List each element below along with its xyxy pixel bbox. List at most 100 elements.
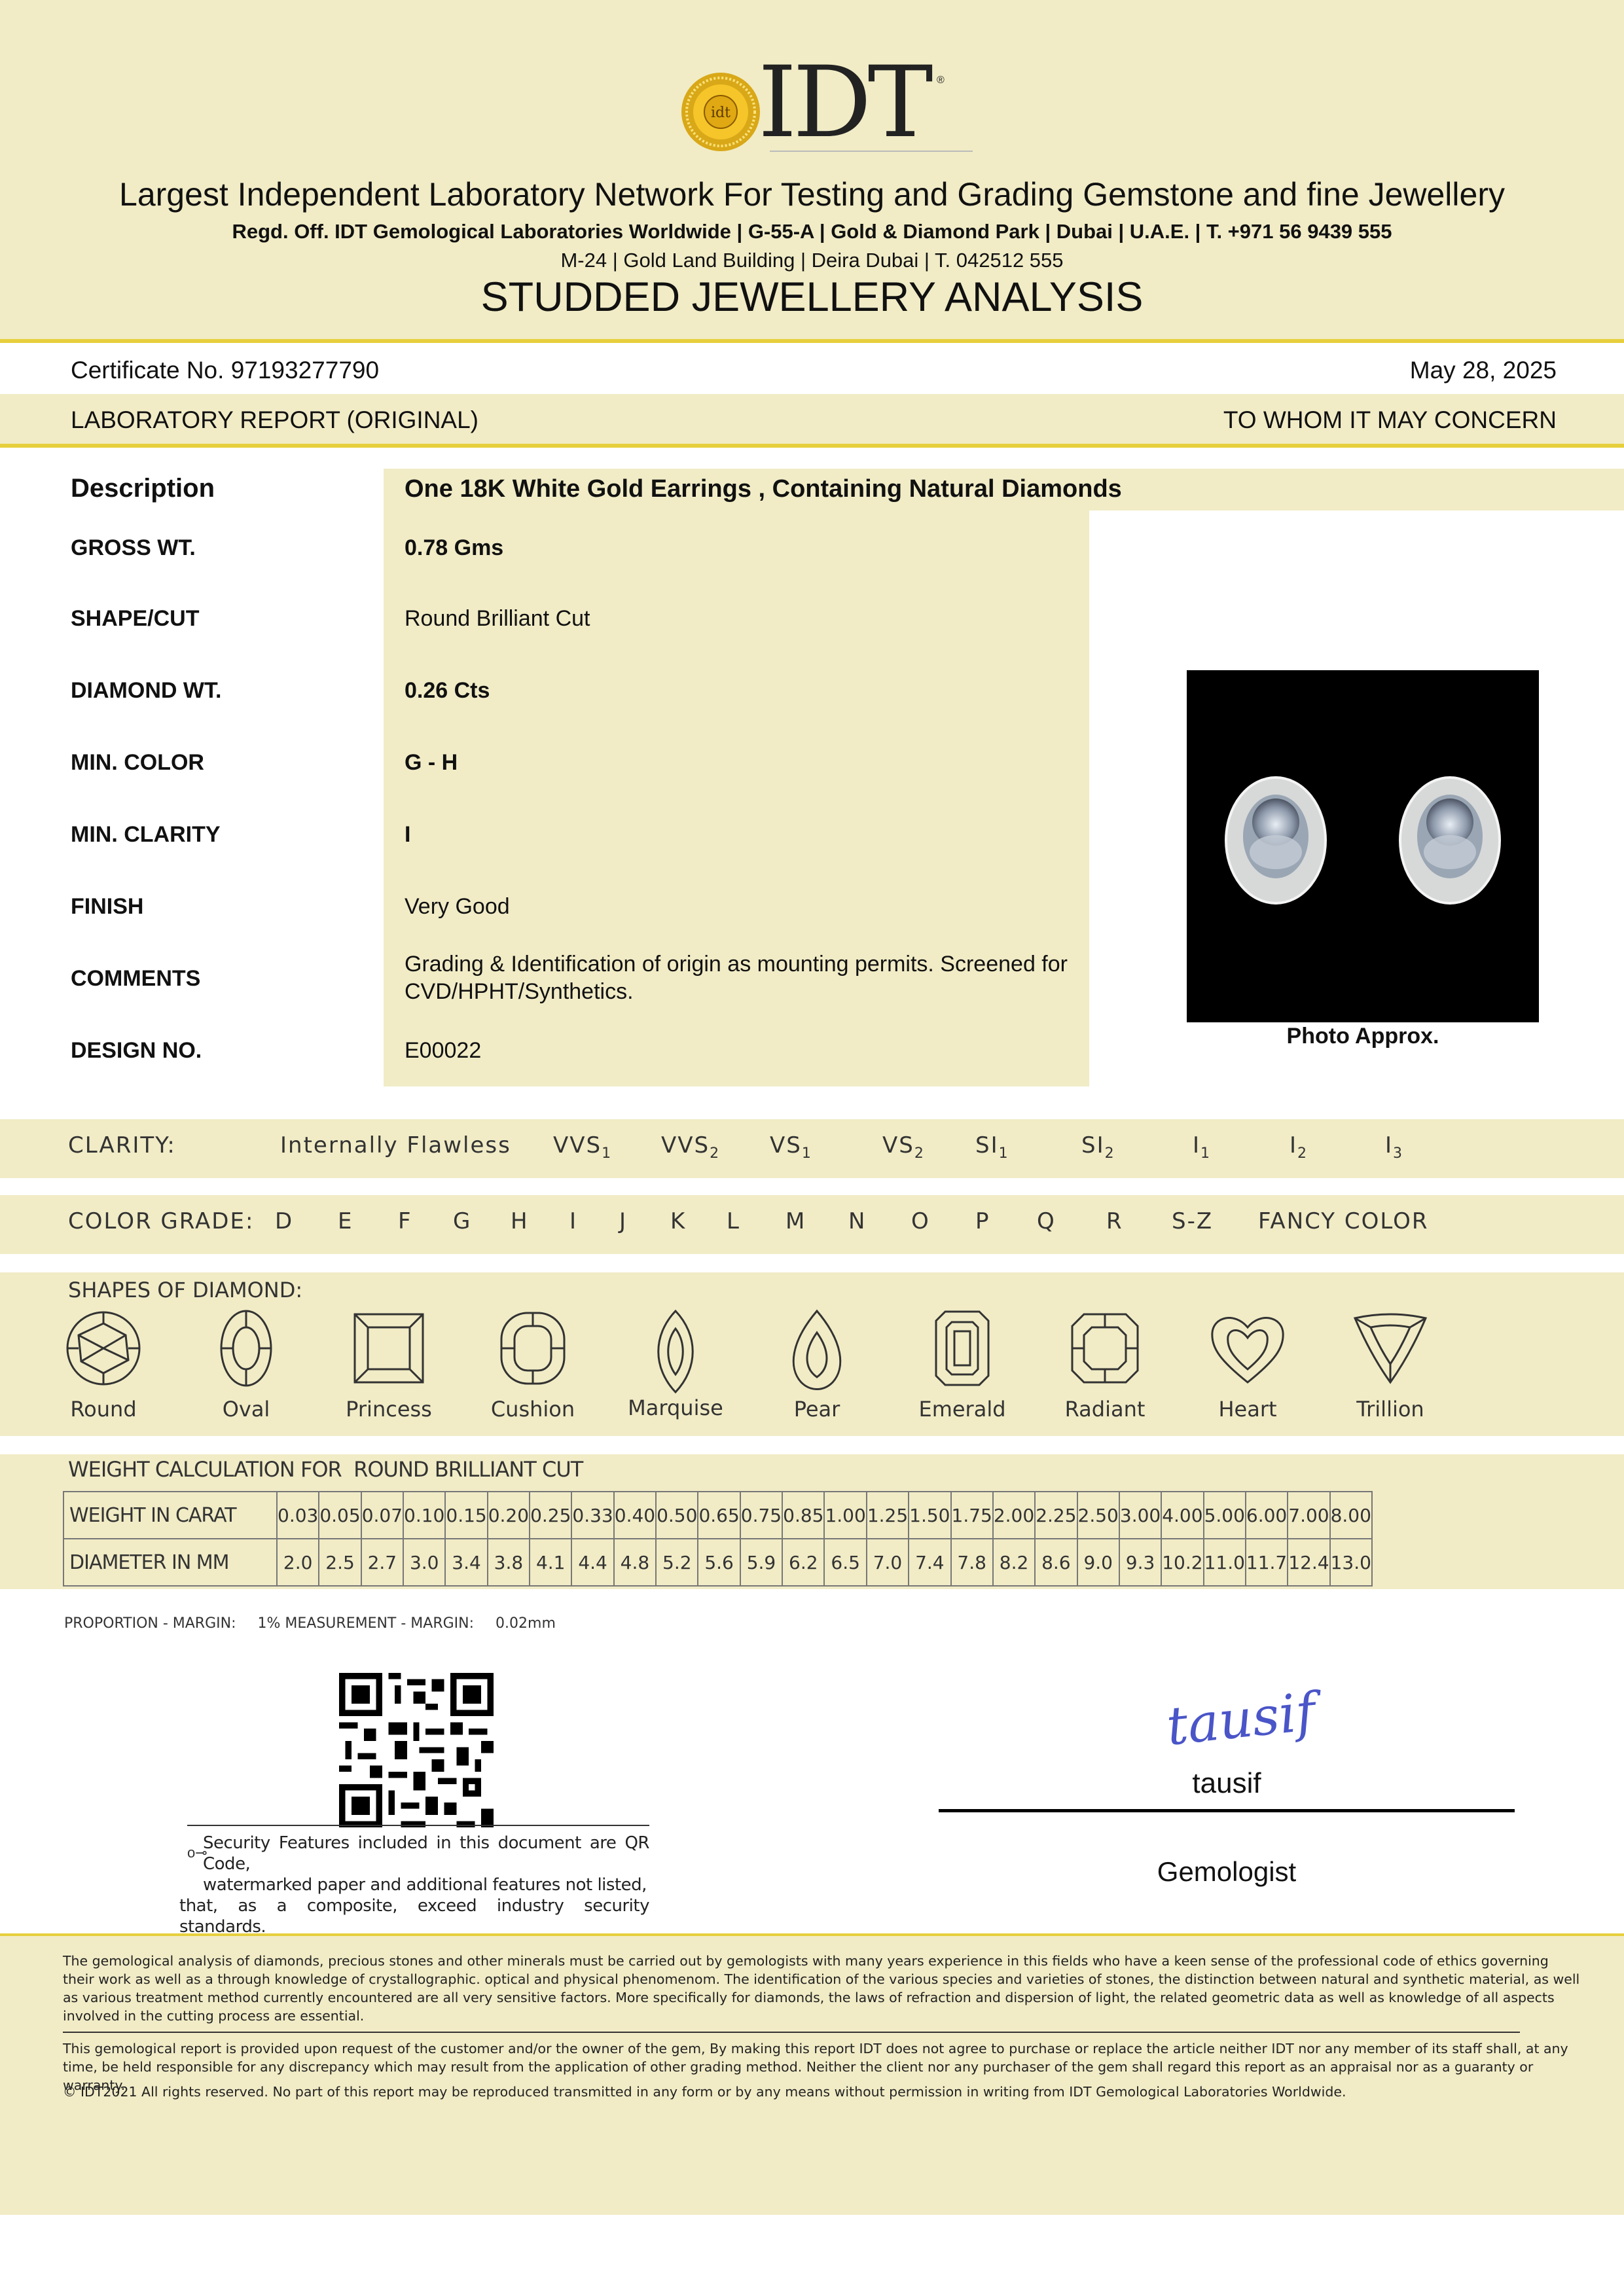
carat-cell: 4.00: [1161, 1491, 1204, 1539]
cushion-diamond-icon: [500, 1312, 566, 1385]
min-color-label: MIN. COLOR: [71, 750, 204, 775]
description-label: Description: [71, 474, 215, 503]
shape-cut-label: SHAPE/CUT: [71, 606, 200, 631]
princess-diamond-icon: [353, 1313, 424, 1384]
description-value: One 18K White Gold Earrings , Containing…: [405, 475, 1122, 503]
carat-cell: 0.50: [655, 1491, 699, 1539]
shape-cushion: Cushion: [480, 1309, 585, 1422]
color-n: N: [848, 1208, 867, 1234]
carat-cell: 1.75: [950, 1491, 994, 1539]
addressee: TO WHOM IT MAY CONCERN: [1223, 406, 1557, 433]
diameter-cell: 8.2: [992, 1538, 1036, 1587]
diameter-label: DIAMETER IN MM: [63, 1538, 278, 1587]
svg-text:idt: idt: [711, 105, 731, 121]
min-clarity-label: MIN. CLARITY: [71, 822, 221, 847]
gold-seal-icon: idt: [681, 73, 760, 151]
color-p: P: [975, 1208, 990, 1234]
carat-cell: 2.25: [1034, 1491, 1078, 1539]
signatory-name: tausif: [1192, 1767, 1261, 1799]
diameter-cell: 9.0: [1076, 1538, 1120, 1587]
clarity-vs2: VS2: [882, 1132, 925, 1162]
legal-paragraph-1: The gemological analysis of diamonds, pr…: [63, 1953, 1580, 2024]
diamond-weight-label: DIAMOND WT.: [71, 678, 222, 703]
diameter-cell: 12.4: [1287, 1538, 1331, 1587]
weight-carat-label: WEIGHT IN CARAT: [63, 1491, 278, 1539]
diameter-cell: 5.6: [697, 1538, 741, 1587]
qr-code: [339, 1673, 494, 1827]
shape-oval-label: Oval: [222, 1397, 270, 1422]
color-i: I: [569, 1208, 578, 1234]
shape-emerald: Emerald: [910, 1309, 1015, 1422]
heart-diamond-icon: [1211, 1317, 1284, 1384]
report-type: LABORATORY REPORT (ORIGINAL): [71, 406, 479, 433]
diameter-cell: 11.7: [1244, 1538, 1289, 1587]
clarity-i3: I3: [1385, 1132, 1404, 1162]
color-label: COLOR GRADE:: [68, 1208, 255, 1234]
logo-underline: [770, 151, 973, 152]
color-l: L: [727, 1208, 740, 1234]
color-o: O: [911, 1208, 930, 1234]
color-s-z: S-Z: [1172, 1208, 1214, 1234]
shape-trillion-label: Trillion: [1356, 1397, 1424, 1422]
qr-underline: [187, 1825, 649, 1826]
diameter-cell: 4.4: [571, 1538, 615, 1587]
diameter-cell: 10.2: [1161, 1538, 1204, 1587]
legal-divider: [63, 2032, 1520, 2033]
signature-line: [939, 1809, 1515, 1812]
color-h: H: [511, 1208, 529, 1234]
clarity-si2: SI2: [1081, 1132, 1115, 1162]
diameter-cell: 8.6: [1034, 1538, 1078, 1587]
shape-cushion-label: Cushion: [490, 1397, 575, 1422]
weight-carat-row: WEIGHT IN CARAT 0.03 0.05 0.07 0.10 0.15…: [63, 1491, 1373, 1539]
margins-line: PROPORTION - MARGIN: 1% MEASUREMENT - MA…: [64, 1615, 556, 1632]
shape-pear-label: Pear: [793, 1397, 840, 1422]
pear-diamond-icon: [792, 1309, 842, 1390]
shape-cut-value: Round Brilliant Cut: [405, 606, 590, 631]
tagline: Largest Independent Laboratory Network F…: [119, 176, 1505, 213]
color-k: K: [670, 1208, 687, 1234]
carat-cell: 0.07: [360, 1491, 405, 1539]
proportion-margin-value: 1%: [257, 1615, 281, 1632]
product-photo: [1187, 670, 1539, 1022]
registered-office: Regd. Off. IDT Gemological Laboratories …: [232, 220, 1392, 243]
carat-cell: 1.25: [865, 1491, 910, 1539]
color-d: D: [275, 1208, 294, 1234]
measurement-margin-value: 0.02mm: [496, 1615, 556, 1632]
comments-label: COMMENTS: [71, 966, 201, 991]
carat-cell: 0.40: [613, 1491, 657, 1539]
carat-cell: 7.00: [1287, 1491, 1331, 1539]
weight-table: WEIGHT IN CARAT 0.03 0.05 0.07 0.10 0.15…: [63, 1491, 1373, 1587]
design-number-value: E00022: [405, 1038, 482, 1063]
shape-oval: Oval: [194, 1309, 298, 1422]
min-color-value: G - H: [405, 750, 458, 775]
clarity-if: Internally Flawless: [280, 1132, 511, 1158]
round-diamond-icon: [66, 1311, 141, 1386]
diameter-cell: 7.4: [908, 1538, 952, 1587]
carat-cell: 6.00: [1244, 1491, 1289, 1539]
color-f: F: [398, 1208, 412, 1234]
finish-label: FINISH: [71, 894, 144, 919]
shape-marquise: Marquise: [623, 1309, 728, 1420]
earrings-image: [1225, 776, 1501, 905]
diameter-cell: 13.0: [1329, 1538, 1373, 1587]
shape-heart-label: Heart: [1218, 1397, 1277, 1422]
left-earring: [1225, 776, 1327, 905]
security-line-1: Security Features included in this docum…: [203, 1833, 650, 1874]
diameter-row: DIAMETER IN MM 2.0 2.5 2.7 3.0 3.4 3.8 4…: [63, 1538, 1373, 1587]
carat-cell: 0.33: [571, 1491, 615, 1539]
carat-cell: 3.00: [1118, 1491, 1163, 1539]
finish-value: Very Good: [405, 894, 510, 919]
certificate-row: Certificate No. 97193277790 May 28, 2025: [71, 353, 1557, 387]
clarity-i2: I2: [1290, 1132, 1308, 1162]
diamond-weight-value: 0.26 Cts: [405, 678, 490, 703]
security-line-3: that, as a composite, exceed industry se…: [179, 1896, 650, 1937]
diameter-cell: 5.2: [655, 1538, 699, 1587]
emerald-diamond-icon: [935, 1310, 990, 1386]
diameter-cell: 2.5: [318, 1538, 362, 1587]
shape-round: Round: [51, 1309, 156, 1422]
diameter-cell: 9.3: [1118, 1538, 1163, 1587]
clarity-label: CLARITY:: [68, 1132, 176, 1158]
shape-trillion: Trillion: [1338, 1309, 1443, 1422]
diameter-cell: 4.8: [613, 1538, 657, 1587]
copyright: © IDT2021 All rights reserved. No part o…: [63, 2084, 1346, 2100]
